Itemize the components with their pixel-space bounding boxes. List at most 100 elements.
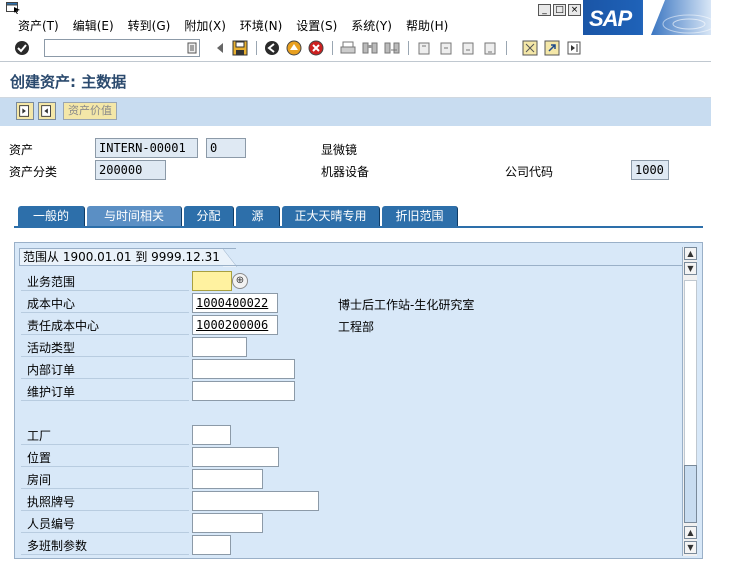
menu-settings[interactable]: 设置(S) [296, 17, 337, 34]
tab-allocations[interactable]: 分配 [184, 206, 234, 227]
find-icon[interactable] [362, 40, 378, 56]
value-help-icon[interactable]: ⊕ [232, 273, 248, 289]
company-code-field[interactable]: 1000 [631, 160, 669, 180]
asset-number-field[interactable]: INTERN-00001 [95, 138, 198, 158]
maintenance-order-field[interactable] [192, 381, 295, 401]
close-window-icon[interactable]: × [568, 4, 581, 16]
row-activity-type: 活动类型 [21, 337, 189, 357]
menu-goto[interactable]: 转到(G) [128, 17, 171, 34]
maintenance-order-label: 维护订单 [27, 385, 76, 399]
license-plate-label: 执照牌号 [27, 495, 76, 509]
asset-class-description: 机器设备 [321, 165, 370, 179]
menu-system[interactable]: 系统(Y) [351, 17, 392, 34]
tab-time-dependent[interactable]: 与时间相关 [87, 206, 182, 227]
last-page-icon[interactable] [482, 40, 498, 56]
scroll-bottom-icon[interactable]: ▼ [684, 541, 697, 554]
vertical-scrollbar[interactable]: ▲ ▼ ▲ ▼ [682, 247, 697, 556]
cancel-icon[interactable] [308, 40, 324, 56]
asset-class-label: 资产分类 [9, 165, 58, 179]
group-rule [19, 265, 684, 266]
window-margin [711, 0, 739, 572]
row-plant: 工厂 [21, 425, 189, 445]
asset-description: 显微镜 [321, 143, 358, 157]
license-plate-field[interactable] [192, 491, 319, 511]
menu-extras[interactable]: 附加(X) [184, 17, 226, 34]
find-next-icon[interactable] [384, 40, 400, 56]
tab-general[interactable]: 一般的 [18, 206, 85, 227]
internal-order-field[interactable] [192, 359, 295, 379]
responsible-cost-center-label: 责任成本中心 [27, 319, 100, 333]
scroll-down-icon[interactable]: ▲ [684, 526, 697, 539]
tab-underline [14, 226, 703, 228]
group-header: 范围从 1900.01.01 到 9999.12.31 [19, 248, 237, 267]
activity-type-label: 活动类型 [27, 341, 76, 355]
sap-logo: SAP [583, 0, 711, 35]
location-field[interactable] [192, 447, 279, 467]
business-area-field[interactable] [192, 271, 232, 291]
row-room: 房间 [21, 469, 189, 489]
first-page-icon[interactable] [416, 40, 432, 56]
system-menu-icon[interactable] [6, 2, 22, 14]
asset-header: 资产 INTERN-00001 0 显微镜 资产分类 200000 机器设备 公… [0, 126, 711, 190]
row-responsible-cost-center: 责任成本中心 [21, 315, 189, 335]
create-session-icon[interactable] [522, 40, 538, 56]
menu-bar: 资产(T) 编辑(E) 转到(G) 附加(X) 环境(N) 设置(S) 系统(Y… [0, 0, 711, 35]
plant-field[interactable] [192, 425, 231, 445]
cost-center-label: 成本中心 [27, 297, 76, 311]
application-toolbar: 资产价值 [0, 98, 711, 126]
save-icon[interactable] [232, 40, 248, 56]
tab-origin[interactable]: 源 [236, 206, 280, 227]
personnel-number-field[interactable] [192, 513, 263, 533]
row-location: 位置 [21, 447, 189, 467]
help-icon[interactable] [566, 40, 582, 56]
print-icon[interactable] [340, 40, 356, 56]
asset-subnumber-field[interactable]: 0 [206, 138, 246, 158]
tab-depreciation-areas[interactable]: 折旧范围 [382, 206, 458, 227]
sap-logo-text: SAP [589, 6, 632, 31]
business-area-label: 业务范围 [27, 275, 76, 289]
previous-object-icon[interactable] [16, 102, 34, 120]
cost-center-field[interactable]: 1000400022 [192, 293, 278, 313]
tab-strip: 一般的 与时间相关 分配 源 正大天晴专用 折旧范围 [0, 190, 711, 228]
minimize-icon[interactable]: _ [538, 4, 551, 16]
exit-icon[interactable] [286, 40, 302, 56]
tab-custom[interactable]: 正大天晴专用 [282, 206, 380, 227]
activity-type-field[interactable] [192, 337, 247, 357]
row-maintenance-order: 维护订单 [21, 381, 189, 401]
responsible-cost-center-field[interactable]: 1000200006 [192, 315, 278, 335]
responsible-cost-center-description: 工程部 [338, 320, 375, 334]
time-dependent-panel: 范围从 1900.01.01 到 9999.12.31 业务范围 ⊕ 成本中心 … [14, 242, 703, 559]
room-label: 房间 [27, 473, 52, 487]
scroll-up-icon[interactable]: ▼ [684, 262, 697, 275]
row-license-plate: 执照牌号 [21, 491, 189, 511]
shift-factor-field[interactable] [192, 535, 231, 555]
shift-factor-label: 多班制参数 [27, 539, 88, 553]
maximize-icon[interactable]: □ [553, 4, 566, 16]
command-field[interactable] [44, 39, 200, 57]
row-shift-factor: 多班制参数 [21, 535, 189, 555]
menu-asset[interactable]: 资产(T) [18, 17, 59, 34]
asset-label: 资产 [9, 143, 34, 157]
asset-class-field[interactable]: 200000 [95, 160, 166, 180]
shortcut-icon[interactable] [544, 40, 560, 56]
back-arrow-icon[interactable] [212, 40, 228, 56]
menu-environment[interactable]: 环境(N) [240, 17, 282, 34]
internal-order-label: 内部订单 [27, 363, 76, 377]
standard-toolbar [0, 35, 711, 62]
room-field[interactable] [192, 469, 263, 489]
enter-icon[interactable] [14, 40, 30, 56]
command-history-icon[interactable] [187, 42, 197, 54]
next-page-icon[interactable] [460, 40, 476, 56]
scroll-thumb[interactable] [684, 465, 697, 523]
menu-help[interactable]: 帮助(H) [406, 17, 448, 34]
location-label: 位置 [27, 451, 52, 465]
menu-edit[interactable]: 编辑(E) [73, 17, 114, 34]
scroll-top-icon[interactable]: ▲ [684, 247, 697, 260]
plant-label: 工厂 [27, 429, 52, 443]
previous-page-icon[interactable] [438, 40, 454, 56]
row-internal-order: 内部订单 [21, 359, 189, 379]
asset-value-button[interactable]: 资产价值 [63, 102, 117, 120]
row-business-area: 业务范围 [21, 271, 189, 291]
next-object-icon[interactable] [38, 102, 56, 120]
back-icon[interactable] [264, 40, 280, 56]
